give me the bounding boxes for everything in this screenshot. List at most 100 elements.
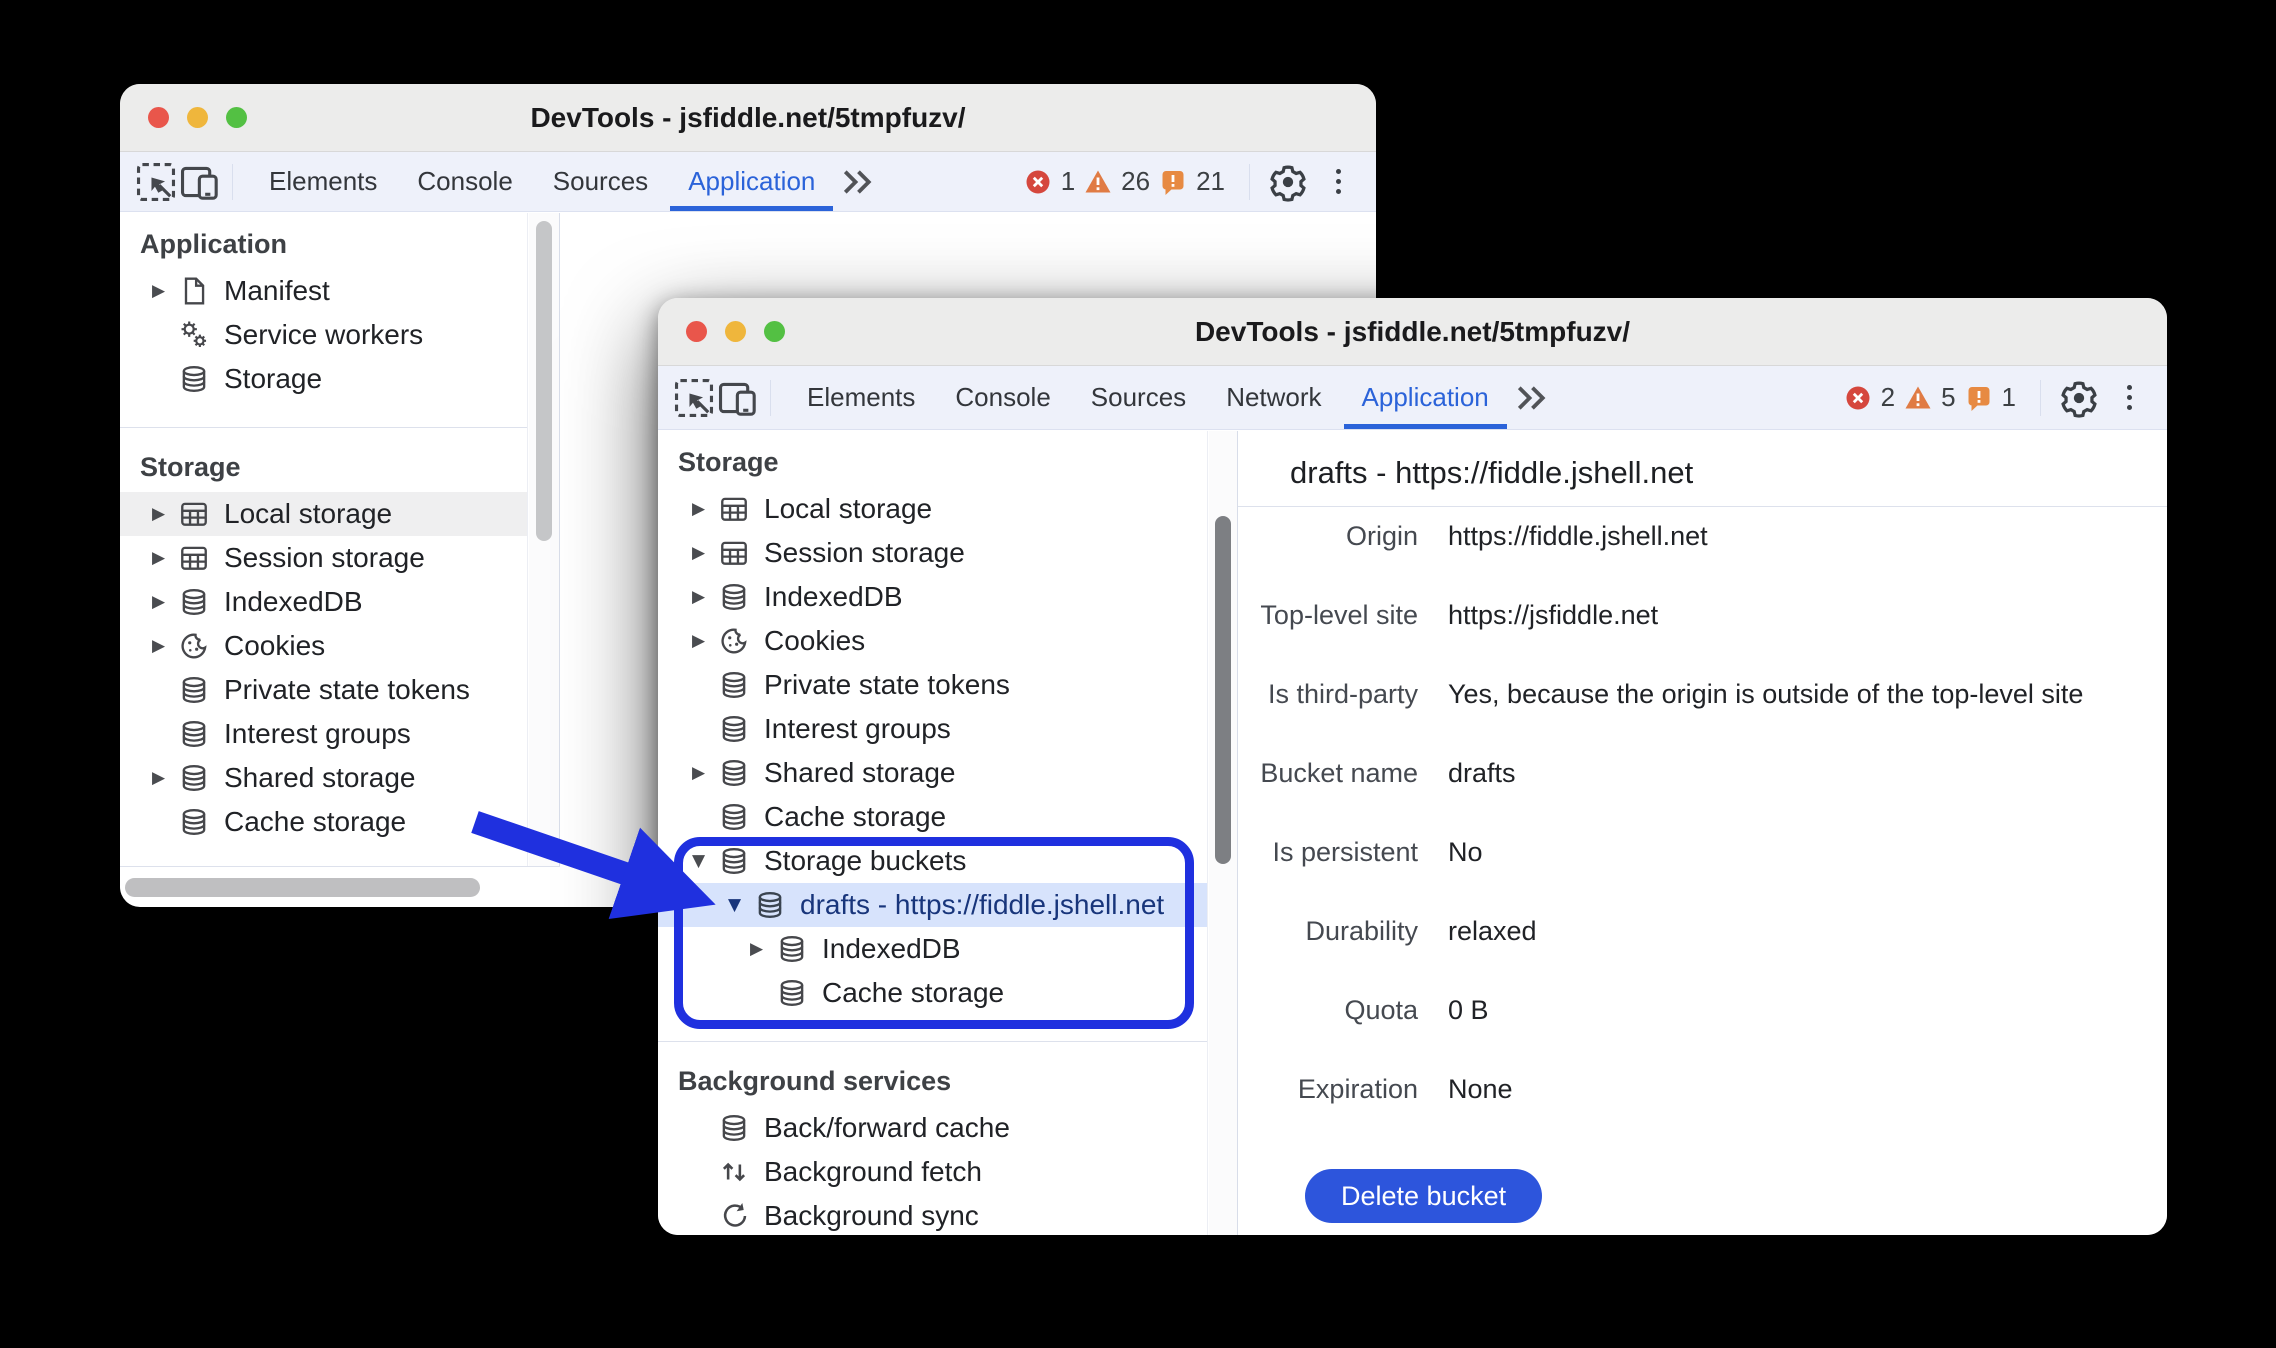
- tree-item-cache-storage[interactable]: Cache storage: [658, 795, 1207, 839]
- tab-application[interactable]: Application: [1342, 366, 1509, 429]
- expander-right-icon[interactable]: ▶: [152, 548, 178, 568]
- tree-item-interest-groups[interactable]: Interest groups: [120, 712, 527, 756]
- warning-icon: [1903, 383, 1933, 413]
- toolbar-right: 2 5 1: [1843, 376, 2151, 420]
- expander-right-icon[interactable]: ▶: [750, 939, 776, 959]
- tree-item-storage-buckets[interactable]: ▼ Storage buckets: [658, 839, 1207, 883]
- tree-item-private-state-tokens[interactable]: Private state tokens: [120, 668, 527, 712]
- warning-badge[interactable]: 5: [1903, 382, 1956, 413]
- tree-item-private-state-tokens[interactable]: Private state tokens: [658, 663, 1207, 707]
- kebab-menu-icon[interactable]: [2107, 376, 2151, 420]
- issue-badge[interactable]: 1: [1964, 382, 2016, 413]
- vertical-scrollbar[interactable]: [1215, 516, 1231, 864]
- db-icon: [718, 713, 750, 745]
- error-badge[interactable]: 1: [1023, 166, 1075, 197]
- tree-item-label: Manifest: [224, 275, 330, 306]
- tree-item-label: IndexedDB: [822, 933, 961, 964]
- tree-item-label: Local storage: [764, 493, 933, 524]
- vertical-scrollbar[interactable]: [536, 221, 552, 541]
- expander-right-icon[interactable]: ▶: [152, 636, 178, 656]
- tree-item-cookies[interactable]: ▶ Cookies: [658, 619, 1207, 663]
- tree-item-indexeddb[interactable]: ▶ IndexedDB: [658, 927, 1207, 971]
- tree-item-shared-storage[interactable]: ▶ Shared storage: [120, 756, 527, 800]
- tree-item-label: IndexedDB: [764, 581, 903, 612]
- detail-row-label: Durability: [1305, 916, 1418, 946]
- inspect-icon[interactable]: [672, 376, 716, 420]
- tree-item-local-storage[interactable]: ▶ Local storage: [658, 487, 1207, 531]
- traffic-lights: [686, 298, 785, 365]
- tree-item-label: Cookies: [224, 630, 326, 661]
- expander-down-icon[interactable]: ▼: [728, 895, 754, 915]
- section-storage: Storage ▶ Local storage ▶ Session storage ▶ In…: [120, 427, 527, 844]
- issue-badge[interactable]: 21: [1158, 166, 1225, 197]
- warning-badge[interactable]: 26: [1083, 166, 1150, 197]
- more-tabs-icon[interactable]: [835, 160, 879, 204]
- expander-right-icon[interactable]: ▶: [692, 631, 718, 651]
- bucket-detail-title: drafts - https://fiddle.jshell.net: [1290, 455, 1694, 490]
- tree-item-label: Cache storage: [224, 806, 407, 837]
- tree-item-cache-storage[interactable]: Cache storage: [658, 971, 1207, 1015]
- tree-item-indexeddb[interactable]: ▶ IndexedDB: [658, 575, 1207, 619]
- status-badges: 2 5 1: [1843, 382, 2016, 413]
- table-icon: [178, 542, 210, 574]
- tree-item-label: Interest groups: [764, 713, 951, 744]
- tree-item-session-storage[interactable]: ▶ Session storage: [120, 536, 527, 580]
- tree-item-background-fetch[interactable]: Background fetch: [658, 1150, 1207, 1194]
- minimize-button[interactable]: [187, 107, 208, 128]
- tree-item-back-forward-cache[interactable]: Back/forward cache: [658, 1106, 1207, 1150]
- close-button[interactable]: [686, 321, 707, 342]
- detail-row-value: relaxed: [1448, 916, 1537, 946]
- delete-bucket-button[interactable]: Delete bucket: [1305, 1169, 1543, 1223]
- inspect-icon[interactable]: [134, 160, 178, 204]
- tree-item-session-storage[interactable]: ▶ Session storage: [658, 531, 1207, 575]
- settings-gear-icon[interactable]: [2057, 376, 2101, 420]
- detail-row-label: Expiration: [1297, 1074, 1418, 1104]
- tree-item-drafts-https-fiddle-jshell-net[interactable]: ▼ drafts - https://fiddle.jshell.net: [658, 883, 1207, 927]
- tab-elements[interactable]: Elements: [787, 366, 935, 429]
- expander-right-icon[interactable]: ▶: [692, 587, 718, 607]
- tab-elements[interactable]: Elements: [249, 152, 397, 211]
- tree-item-local-storage[interactable]: ▶ Local storage: [120, 492, 527, 536]
- device-toolbar-icon[interactable]: [716, 376, 760, 420]
- expander-right-icon[interactable]: ▶: [152, 768, 178, 788]
- expander-right-icon[interactable]: ▶: [692, 763, 718, 783]
- tab-network[interactable]: Network: [1206, 366, 1341, 429]
- tree-item-interest-groups[interactable]: Interest groups: [658, 707, 1207, 751]
- minimize-button[interactable]: [725, 321, 746, 342]
- db-icon: [178, 674, 210, 706]
- zoom-button[interactable]: [764, 321, 785, 342]
- tab-sources[interactable]: Sources: [1071, 366, 1206, 429]
- tree-item-shared-storage[interactable]: ▶ Shared storage: [658, 751, 1207, 795]
- tree-item-manifest[interactable]: ▶ Manifest: [120, 269, 527, 313]
- tree-item-cache-storage[interactable]: Cache storage: [120, 800, 527, 844]
- detail-row-label: Is third-party: [1267, 679, 1418, 709]
- zoom-button[interactable]: [226, 107, 247, 128]
- tab-console[interactable]: Console: [397, 152, 532, 211]
- issue-icon: [1964, 383, 1994, 413]
- expander-right-icon[interactable]: ▶: [152, 281, 178, 301]
- toolbar-divider: [1249, 163, 1250, 200]
- tree-item-service-workers[interactable]: Service workers: [120, 313, 527, 357]
- tab-console[interactable]: Console: [935, 366, 1070, 429]
- tab-application[interactable]: Application: [668, 152, 835, 211]
- expander-right-icon[interactable]: ▶: [152, 592, 178, 612]
- gears-icon: [178, 319, 210, 351]
- detail-row-value: 0 B: [1448, 995, 1489, 1025]
- expander-right-icon[interactable]: ▶: [152, 504, 178, 524]
- tab-sources[interactable]: Sources: [533, 152, 668, 211]
- expander-right-icon[interactable]: ▶: [692, 499, 718, 519]
- close-button[interactable]: [148, 107, 169, 128]
- tree-item-cookies[interactable]: ▶ Cookies: [120, 624, 527, 668]
- settings-gear-icon[interactable]: [1266, 160, 1310, 204]
- expander-right-icon[interactable]: ▶: [692, 543, 718, 563]
- tree-item-storage[interactable]: Storage: [120, 357, 527, 401]
- error-badge[interactable]: 2: [1843, 382, 1895, 413]
- expander-down-icon[interactable]: ▼: [692, 851, 718, 871]
- device-toolbar-icon[interactable]: [178, 160, 222, 204]
- horizontal-scrollbar[interactable]: [125, 878, 480, 897]
- kebab-menu-icon[interactable]: [1316, 160, 1360, 204]
- tree-item-background-sync[interactable]: Background sync: [658, 1194, 1207, 1235]
- more-tabs-icon[interactable]: [1509, 376, 1553, 420]
- tree-item-label: Interest groups: [224, 718, 411, 749]
- tree-item-indexeddb[interactable]: ▶ IndexedDB: [120, 580, 527, 624]
